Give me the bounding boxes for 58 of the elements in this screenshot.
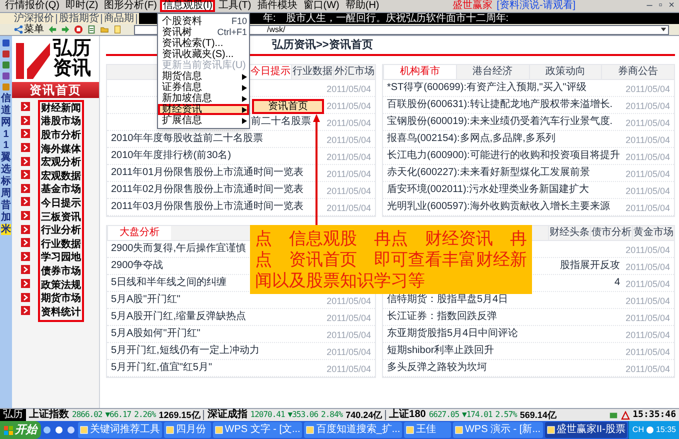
date-text: 2011/05/04 — [626, 101, 670, 111]
date-text: 2011/05/04 — [626, 152, 670, 162]
index-percent: 2.26% — [134, 411, 156, 419]
logo-text: 弘历 — [53, 39, 91, 59]
date-text: 2011/05/04 — [626, 135, 670, 145]
date-text: 2011/05/04 — [626, 347, 670, 357]
address-text: /wsk/ — [267, 26, 286, 34]
index-percent: 2.84% — [321, 411, 343, 419]
callout-note: 点 信息观股 冉点 财经资讯 冉点 资讯首页 即可查看丰富财经新闻以及股票知识学习等 — [250, 225, 532, 294]
date-text: 2011/05/04 — [326, 84, 371, 94]
index-name: 上证指数 — [29, 410, 69, 420]
logo-text: 资讯 — [53, 59, 91, 79]
date-text: 2011/05/04 — [626, 313, 670, 323]
date-text: 2011/05/04 — [626, 186, 670, 196]
breadcrumb-text: 弘历资讯>>资讯首页 — [272, 38, 373, 53]
date-text: 2011/05/04 — [326, 135, 371, 145]
ticker-label: 年: — [263, 14, 276, 24]
date-text: 2011/05/04 — [326, 296, 371, 306]
index-value: 12070.41 — [250, 411, 285, 419]
date-text: 2011/05/04 — [326, 169, 371, 179]
date-text: 2011/05/04 — [626, 84, 670, 94]
ticker-text: 股市人生，一醒回行。庆祝弘历软件面市十二周年: — [286, 14, 509, 24]
date-text: 2011/05/04 — [626, 262, 670, 272]
index-value: 2866.02 — [72, 411, 102, 419]
date-text: 2011/05/04 — [326, 186, 371, 196]
sidebar-header: 资讯首页 — [12, 82, 99, 98]
date-text: 2011/05/04 — [326, 101, 371, 111]
date-text: 2011/05/04 — [626, 296, 670, 306]
date-text: 2011/05/04 — [326, 203, 371, 213]
date-text: 2011/05/04 — [326, 347, 371, 357]
tray-clock: 15:35 — [656, 426, 676, 434]
date-text: 2011/05/04 — [626, 330, 670, 340]
index-change: ▼174.01 — [462, 411, 492, 419]
index-name: 上证180 — [389, 410, 426, 420]
clock-text: 15:35:46 — [632, 410, 676, 420]
shortcut-text: F10 — [231, 17, 247, 26]
shortcut-text: Ctrl+F1 — [217, 28, 247, 37]
index-percent: 2.57% — [495, 411, 517, 419]
date-text: 2011/05/04 — [326, 313, 371, 323]
index-name: 深证成指 — [207, 410, 248, 420]
date-text: 2011/05/04 — [626, 279, 670, 289]
date-text: 2011/05/04 — [626, 169, 670, 179]
index-value: 6627.05 — [428, 411, 460, 419]
date-text: 2011/05/04 — [326, 118, 371, 128]
date-text: 2011/05/04 — [326, 330, 371, 340]
date-text: 2011/05/04 — [626, 364, 670, 374]
index-change: ▼66.17 — [105, 411, 132, 419]
status-label: 弘历 — [0, 409, 26, 421]
date-text: 2011/05/04 — [626, 118, 670, 128]
index-amount: 569.14亿 — [520, 410, 556, 420]
date-text: 2011/05/04 — [326, 364, 371, 374]
date-text: 2011/05/04 — [326, 152, 371, 162]
date-text: 2011/05/04 — [626, 245, 670, 255]
index-amount: 1269.15亿 — [158, 410, 200, 420]
date-text: 2011/05/04 — [626, 203, 670, 213]
index-change: ▼353.06 — [288, 411, 318, 419]
language-indicator: CH — [632, 426, 644, 434]
index-amount: 740.24亿 — [346, 410, 382, 420]
